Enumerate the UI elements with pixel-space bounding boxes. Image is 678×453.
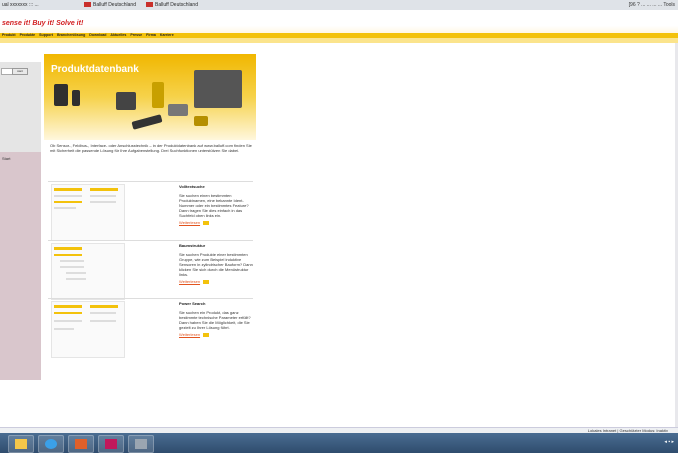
search-section-fulltext: Volltextsuche Sie suchen einen bestimmte… [48, 181, 253, 241]
nav-item[interactable]: Aktuelles [110, 33, 126, 37]
hero-banner: Produktdatenbank [44, 54, 256, 140]
arrow-icon[interactable] [203, 332, 210, 337]
product-image [116, 92, 136, 110]
sub-nav-stripe [0, 38, 678, 43]
sidebar-search-area: start [0, 62, 41, 152]
thumb-line [54, 328, 74, 330]
product-image [131, 114, 163, 130]
product-image [54, 84, 68, 106]
section-title: Volltextsuche [179, 184, 205, 189]
section-body: Sie suchen ein Produkt, das ganz bestimm… [179, 310, 251, 330]
tab-label: Balluff Deutschland [93, 2, 136, 8]
arrow-icon[interactable] [203, 279, 210, 284]
taskbar-ie-button[interactable] [38, 435, 64, 453]
indesign-icon [105, 439, 117, 449]
product-image [152, 82, 164, 108]
thumb-bar [54, 247, 82, 250]
section-text: Baumstruktur Sie suchen Produkte einer b… [179, 243, 253, 284]
thumb-line [54, 195, 82, 197]
sidebar-item[interactable]: Start [2, 156, 10, 161]
tab-1[interactable]: ual xxxxxxx ::: ... [2, 1, 39, 9]
section-body: Sie suchen Produkte einer bestimmten Gru… [179, 252, 253, 277]
thumb-bar [54, 305, 82, 308]
nav-item[interactable]: Support [39, 33, 53, 37]
thumb-bar [54, 188, 82, 191]
system-tray[interactable]: ◂ ▪ ▸ [664, 439, 674, 445]
thumb-line [54, 254, 82, 256]
taskbar-powerpoint-button[interactable] [68, 435, 94, 453]
thumb-line [60, 260, 84, 262]
thumb-line [60, 266, 84, 268]
thumb-bar [90, 305, 118, 308]
thumb-line [90, 312, 116, 314]
nav-item[interactable]: Karriere [160, 33, 174, 37]
browser-controls[interactable]: [96 ? ... ... ... ... Tools [629, 1, 675, 9]
product-image [194, 70, 242, 108]
section-link[interactable]: Weiterlesen [179, 332, 200, 337]
tab-label: Balluff Deutschland [155, 2, 198, 8]
powerpoint-icon [75, 439, 87, 449]
intro-text: Ob Sensor-, Feldbus-, Interface- oder An… [50, 143, 252, 153]
taskbar-indesign-button[interactable] [98, 435, 124, 453]
nav-item[interactable]: Firma [146, 33, 156, 37]
thumb-line [54, 201, 82, 203]
thumb-line [66, 272, 86, 274]
section-screenshot [51, 184, 125, 241]
app-icon [135, 439, 147, 449]
thumb-bar [90, 188, 118, 191]
nav-item[interactable]: Branchenlösung [57, 33, 85, 37]
nav-item[interactable]: Presse [130, 33, 142, 37]
folder-icon [15, 439, 27, 449]
tab-3[interactable]: Balluff Deutschland [146, 1, 198, 9]
thumb-line [66, 278, 86, 280]
tab-2[interactable]: Balluff Deutschland [84, 1, 136, 9]
product-image [194, 116, 208, 126]
section-link[interactable]: Weiterlesen [179, 279, 200, 284]
site-slogan: sense it! Buy it! Solve it! [2, 20, 84, 27]
nav-item[interactable]: Download [89, 33, 106, 37]
thumb-line [90, 195, 116, 197]
product-image [72, 90, 80, 106]
product-image [168, 104, 188, 116]
nav-item[interactable]: Produkt [2, 33, 16, 37]
section-title: Baumstruktur [179, 243, 206, 248]
taskbar-app-button[interactable] [128, 435, 154, 453]
section-title: Power Search [179, 301, 206, 306]
page-title: Produktdatenbank [51, 64, 139, 75]
search-button[interactable]: start [12, 68, 28, 75]
search-section-tree: Baumstruktur Sie suchen Produkte einer b… [48, 240, 253, 300]
section-screenshot [51, 243, 125, 300]
thumb-line [54, 320, 82, 322]
section-text: Power Search Sie suchen ein Produkt, das… [179, 301, 253, 337]
thumb-line [90, 320, 116, 322]
section-body: Sie suchen einen bestimmten Produktnamen… [179, 193, 249, 218]
taskbar: ◂ ▪ ▸ [0, 433, 678, 453]
tab-label: ual xxxxxxx ::: ... [2, 2, 39, 8]
main-content: Produktdatenbank Ob Sensor-, Feldbus-, I… [44, 54, 256, 364]
search-section-power: Power Search Sie suchen ein Produkt, das… [48, 298, 253, 358]
nav-item[interactable]: Produkte [20, 33, 36, 37]
arrow-icon[interactable] [203, 220, 210, 225]
left-sidebar: start Start [0, 62, 41, 380]
section-screenshot [51, 301, 125, 358]
thumb-line [54, 312, 82, 314]
section-link[interactable]: Weiterlesen [179, 220, 200, 225]
balluff-icon [84, 2, 91, 8]
taskbar-explorer-button[interactable] [8, 435, 34, 453]
internet-explorer-icon [45, 439, 57, 449]
thumb-line [54, 207, 76, 209]
section-text: Volltextsuche Sie suchen einen bestimmte… [179, 184, 253, 225]
thumb-line [90, 201, 116, 203]
balluff-icon [146, 2, 153, 8]
